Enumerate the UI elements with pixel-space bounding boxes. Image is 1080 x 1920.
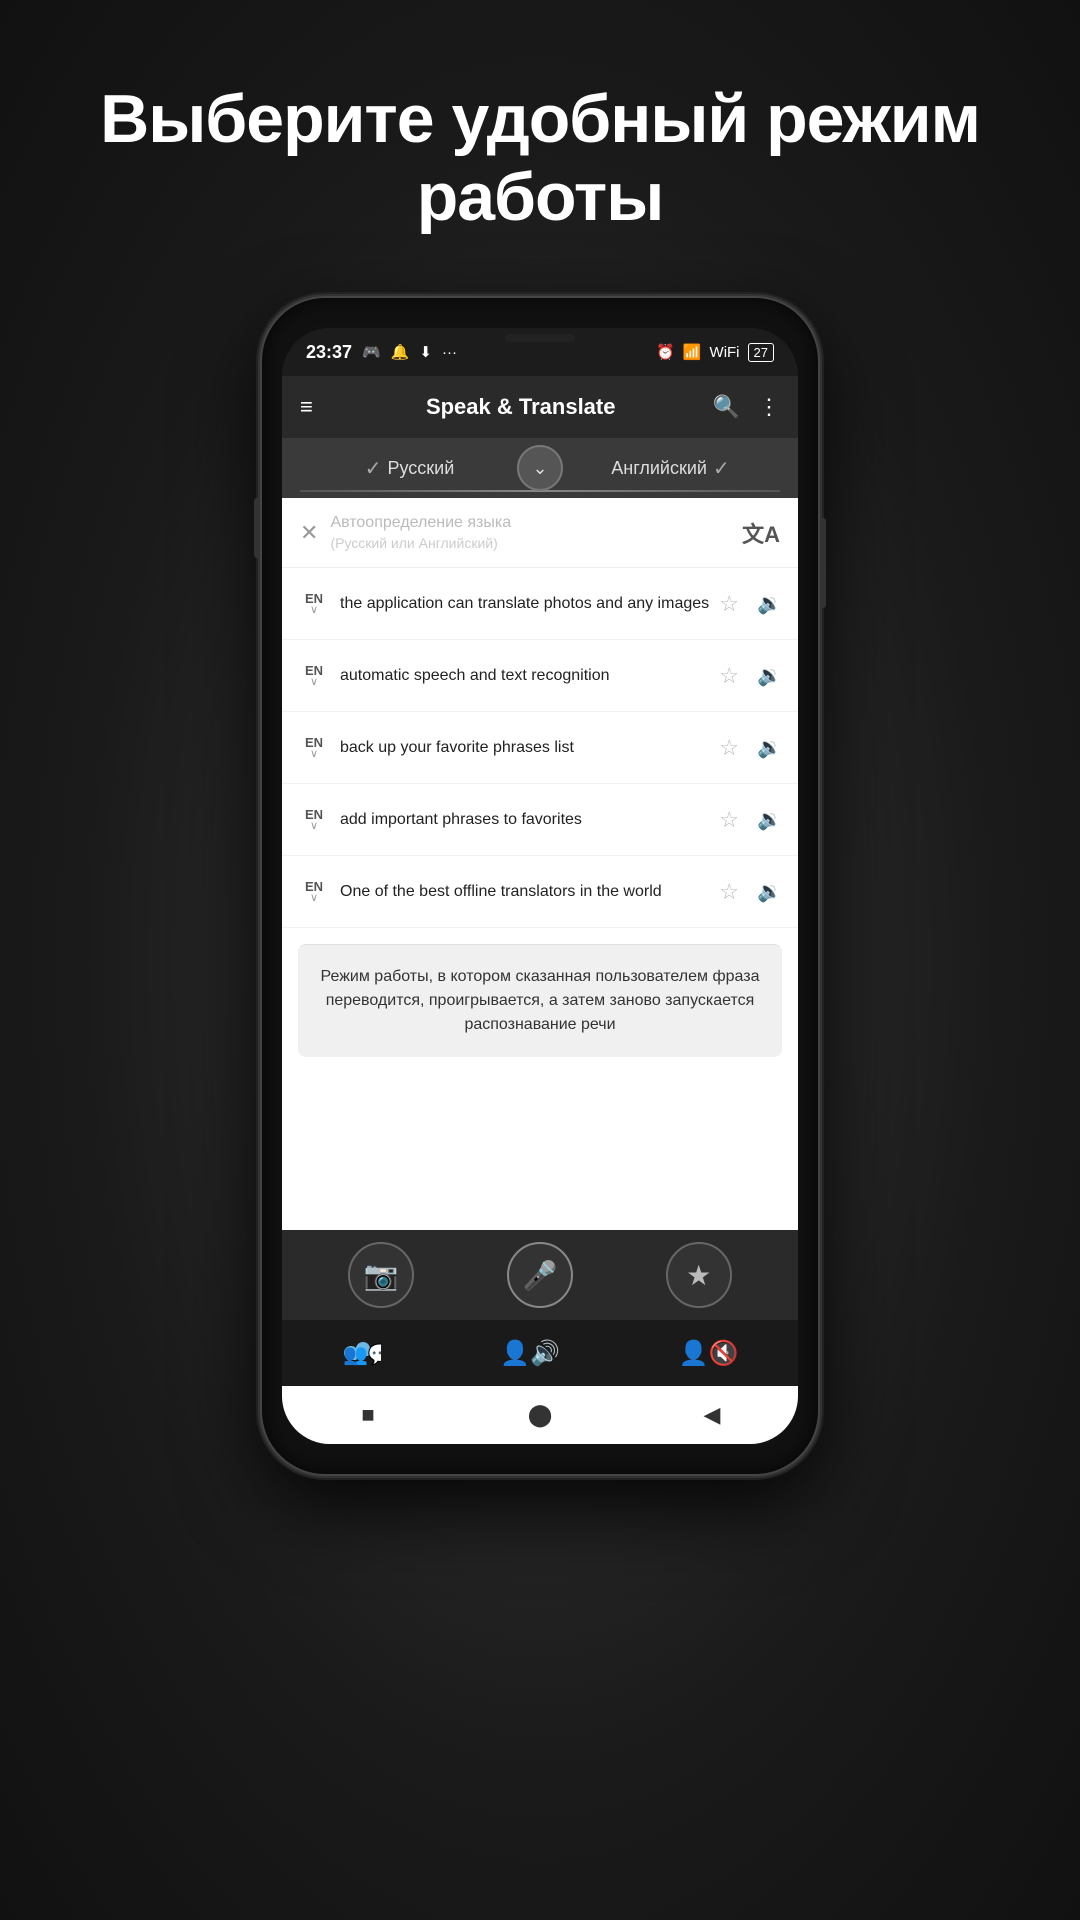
star-icon-4[interactable]: ☆ xyxy=(719,807,739,833)
star-icon-3[interactable]: ☆ xyxy=(719,735,739,761)
game-icon: 🎮 xyxy=(362,343,381,361)
phone-screen: 23:37 🎮 🔔 ⬇ ··· ⏰ 📶 WiFi 27 ≡ Speak & Tr… xyxy=(282,328,798,1444)
mode-tab-silent[interactable]: 👤🔇 xyxy=(679,1339,739,1368)
battery-icon: 27 xyxy=(748,343,774,362)
more-status-icon: ··· xyxy=(442,344,457,361)
converse-mode-icon: 👥💬 xyxy=(341,1339,381,1367)
lang-left-check: ✓ xyxy=(365,456,382,481)
app-bar: ≡ Speak & Translate 🔍 ⋮ xyxy=(282,376,798,438)
star-icon-2[interactable]: ☆ xyxy=(719,663,739,689)
app-title: Speak & Translate xyxy=(329,394,713,420)
lang-badge-1: EN ∨ xyxy=(298,592,330,616)
translation-list: EN ∨ the application can translate photo… xyxy=(282,568,798,1230)
back-button[interactable]: ◀ xyxy=(688,1391,736,1439)
speaker-icon-1[interactable]: 🔉 xyxy=(757,591,782,616)
speaker-icon-2[interactable]: 🔉 xyxy=(757,663,782,688)
translation-result-box: Режим работы, в котором сказанная пользо… xyxy=(298,944,782,1057)
trans-text-4: add important phrases to favorites xyxy=(340,809,709,831)
search-placeholder-line1: Автоопределение языка xyxy=(330,513,730,534)
list-item: EN ∨ add important phrases to favorites … xyxy=(282,784,798,856)
lang-badge-2: EN ∨ xyxy=(298,664,330,688)
result-text: Режим работы, в котором сказанная пользо… xyxy=(321,968,760,1033)
notification-icon: 🔔 xyxy=(391,343,410,361)
page-title: Выберите удобный режим работы xyxy=(40,80,1040,236)
speaker-icon-3[interactable]: 🔉 xyxy=(757,735,782,760)
more-options-button[interactable]: ⋮ xyxy=(758,394,780,420)
star-icon-1[interactable]: ☆ xyxy=(719,591,739,617)
stop-button[interactable]: ■ xyxy=(344,1391,392,1439)
search-input[interactable]: Автоопределение языка (Русский или Англи… xyxy=(330,513,730,552)
mode-tab-converse[interactable]: 👥💬 xyxy=(341,1339,381,1367)
lang-swap-button[interactable]: ⌄ xyxy=(517,445,563,491)
status-time: 23:37 xyxy=(306,342,352,363)
signal-icon: 📶 xyxy=(683,343,702,361)
star-filled-icon: ★ xyxy=(686,1259,711,1292)
mode-tab-speak[interactable]: 👤🔊 xyxy=(500,1339,560,1368)
language-bar: ✓ Русский ⌄ Английский ✓ xyxy=(282,438,798,498)
search-placeholder-line2: (Русский или Английский) xyxy=(330,534,730,552)
wifi-icon: WiFi xyxy=(710,344,740,361)
lang-badge-5: EN ∨ xyxy=(298,880,330,904)
star-icon-5[interactable]: ☆ xyxy=(719,879,739,905)
list-item: EN ∨ back up your favorite phrases list … xyxy=(282,712,798,784)
alarm-icon: ⏰ xyxy=(656,343,675,361)
lang-right-check: ✓ xyxy=(713,456,730,481)
chevron-down-icon: ⌄ xyxy=(532,458,547,479)
lang-right-name[interactable]: Английский xyxy=(611,458,707,479)
search-button[interactable]: 🔍 xyxy=(713,394,740,420)
camera-icon: 📷 xyxy=(364,1259,399,1292)
mode-tabs-bar: 👥💬 👤🔊 👤🔇 xyxy=(282,1320,798,1386)
home-button[interactable]: ⬤ xyxy=(516,1391,564,1439)
list-item: EN ∨ One of the best offline translators… xyxy=(282,856,798,928)
trans-text-1: the application can translate photos and… xyxy=(340,593,709,615)
search-bar: ✕ Автоопределение языка (Русский или Анг… xyxy=(282,498,798,568)
trans-text-5: One of the best offline translators in t… xyxy=(340,881,709,903)
list-item: EN ∨ the application can translate photo… xyxy=(282,568,798,640)
phone-speaker-grill xyxy=(505,334,575,342)
nav-bar: ■ ⬤ ◀ xyxy=(282,1386,798,1444)
translate-icon[interactable]: 文A xyxy=(742,517,780,549)
lang-badge-4: EN ∨ xyxy=(298,808,330,832)
trans-text-3: back up your favorite phrases list xyxy=(340,737,709,759)
phone-shell: 23:37 🎮 🔔 ⬇ ··· ⏰ 📶 WiFi 27 ≡ Speak & Tr… xyxy=(260,296,820,1476)
trans-text-2: automatic speech and text recognition xyxy=(340,665,709,687)
camera-button[interactable]: 📷 xyxy=(348,1242,414,1308)
menu-icon[interactable]: ≡ xyxy=(300,394,313,420)
microphone-button[interactable]: 🎤 xyxy=(507,1242,573,1308)
lang-badge-3: EN ∨ xyxy=(298,736,330,760)
mic-icon: 🎤 xyxy=(523,1259,558,1292)
speaker-icon-4[interactable]: 🔉 xyxy=(757,807,782,832)
speaker-icon-5[interactable]: 🔉 xyxy=(757,879,782,904)
svg-text:👥💬: 👥💬 xyxy=(343,1342,381,1366)
close-icon[interactable]: ✕ xyxy=(300,520,318,546)
favorites-button[interactable]: ★ xyxy=(666,1242,732,1308)
bottom-actions-bar: 📷 🎤 ★ xyxy=(282,1230,798,1320)
silent-mode-icon: 👤🔇 xyxy=(679,1339,739,1368)
download-icon: ⬇ xyxy=(419,343,432,361)
lang-left-name[interactable]: Русский xyxy=(387,458,454,479)
speak-mode-icon: 👤🔊 xyxy=(500,1339,560,1368)
list-item: EN ∨ automatic speech and text recogniti… xyxy=(282,640,798,712)
